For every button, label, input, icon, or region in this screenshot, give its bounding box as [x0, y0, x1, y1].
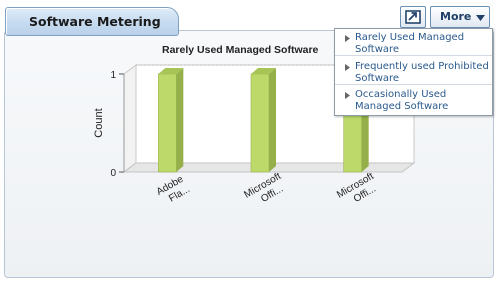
triangle-right-icon [345, 64, 350, 71]
y-tick-label: 1 [110, 70, 116, 81]
plot-side-wall [123, 64, 137, 173]
more-menu: Rarely Used Managed Software Frequently … [334, 28, 493, 116]
bar-side [269, 68, 276, 172]
menu-item-rarely-used[interactable]: Rarely Used Managed Software [335, 29, 492, 56]
menu-item-label: Frequently used Prohibited Software [355, 61, 489, 84]
menu-item-occasionally-used[interactable]: Occasionally Used Managed Software [335, 86, 492, 113]
y-axis-label: Count [93, 108, 105, 137]
bar [250, 73, 270, 173]
x-tick-label: MicrosoftOffi... [242, 171, 289, 211]
x-tick-label: AdobeFla... [155, 174, 192, 209]
menu-item-label: Rarely Used Managed Software [355, 32, 465, 55]
menu-item-label: Occasionally Used Managed Software [355, 89, 449, 112]
triangle-right-icon [345, 35, 350, 42]
bar [158, 73, 177, 173]
menu-item-frequently-used[interactable]: Frequently used Prohibited Software [335, 58, 492, 85]
y-tick-label: 0 [110, 168, 116, 179]
x-tick-label: MicrosoftOffi... [335, 171, 382, 211]
triangle-right-icon [345, 92, 350, 99]
bar-side [176, 68, 184, 172]
